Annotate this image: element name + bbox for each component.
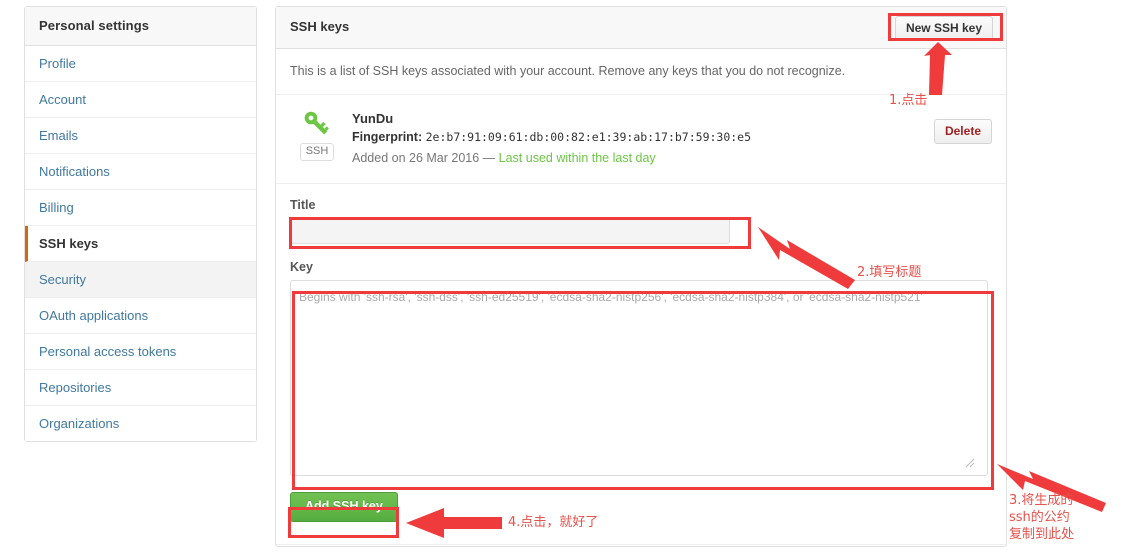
key-textarea[interactable] [290,280,988,476]
panel-bottom-divider [276,544,1006,546]
settings-page: Personal settings Profile Account Emails… [0,0,1123,559]
sidebar-item-notifications[interactable]: Notifications [25,154,256,190]
sidebar-item-repositories[interactable]: Repositories [25,370,256,406]
annotation-step-3-line-1: 3.将生成的 [1009,493,1074,508]
key-info: YunDu Fingerprint: 2e:b7:91:09:61:db:00:… [352,109,992,167]
annotation-step-3-line-2: ssh的公约 [1009,510,1070,525]
sidebar-item-profile[interactable]: Profile [25,46,256,82]
ssh-keys-panel: SSH keys New SSH key This is a list of S… [275,6,1007,547]
sidebar-item-personal-access-tokens[interactable]: Personal access tokens [25,334,256,370]
title-field-label: Title [290,198,316,212]
panel-header: SSH keys New SSH key [276,7,1006,49]
sidebar-header: Personal settings [25,7,256,46]
ssh-key-list-item: SSH YunDu Fingerprint: 2e:b7:91:09:61:db… [276,95,1006,184]
key-fingerprint-row: Fingerprint: 2e:b7:91:09:61:db:00:82:e1:… [352,128,992,147]
title-input[interactable] [290,218,730,244]
add-ssh-key-form: Title Key Add SSH key [276,184,1006,540]
key-field-label: Key [290,260,313,274]
key-added-row: Added on 26 Mar 2016 — Last used within … [352,149,992,167]
delete-key-button[interactable]: Delete [933,119,992,144]
sidebar-item-account[interactable]: Account [25,82,256,118]
sidebar-item-organizations[interactable]: Organizations [25,406,256,441]
sidebar-item-ssh-keys[interactable]: SSH keys [25,226,256,262]
panel-description: This is a list of SSH keys associated wi… [276,49,1006,95]
sidebar-item-security[interactable]: Security [25,262,256,298]
key-added-date: Added on 26 Mar 2016 — [352,151,496,165]
ssh-badge: SSH [299,143,335,161]
arrow-to-key-textarea-icon [997,464,1106,512]
key-textarea-wrap [290,280,992,476]
page-title: SSH keys [290,19,350,34]
key-icon-column: SSH [292,107,342,161]
key-last-used: Last used within the last day [498,151,656,165]
sidebar-item-oauth-applications[interactable]: OAuth applications [25,298,256,334]
fingerprint-value: 2e:b7:91:09:61:db:00:82:e1:39:ab:17:b7:5… [425,130,752,144]
add-ssh-key-button[interactable]: Add SSH key [290,492,398,522]
sidebar-item-billing[interactable]: Billing [25,190,256,226]
annotation-step-3-line-3: 复制到此处 [1009,527,1075,542]
personal-settings-sidebar: Personal settings Profile Account Emails… [24,6,257,442]
key-icon [304,111,329,135]
new-ssh-key-button[interactable]: New SSH key [894,16,993,41]
key-title: YunDu [352,111,394,126]
sidebar-item-emails[interactable]: Emails [25,118,256,154]
fingerprint-label: Fingerprint: [352,130,423,144]
